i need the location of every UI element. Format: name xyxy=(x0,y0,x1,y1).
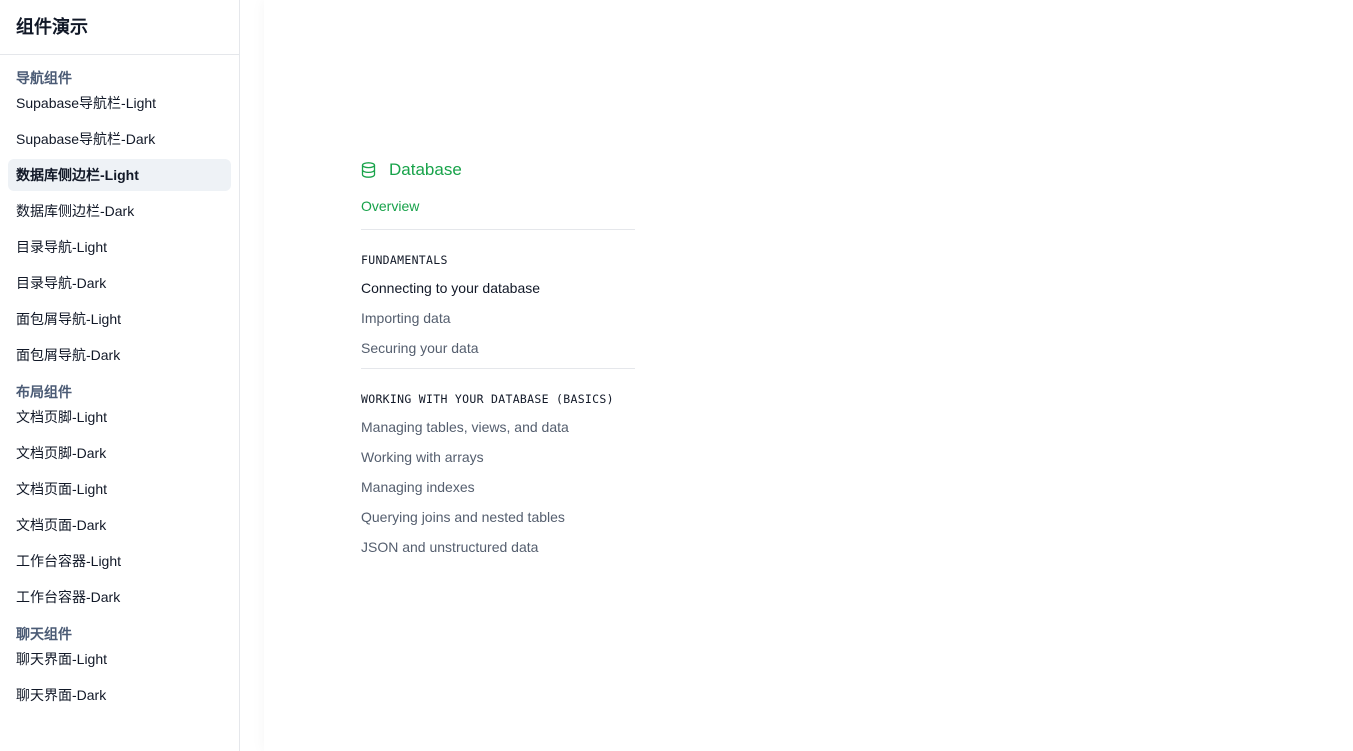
sidebar-item-chat-light[interactable]: 聊天界面-Light xyxy=(8,643,231,675)
nav-group-chat: 聊天组件 聊天界面-Light 聊天界面-Dark xyxy=(8,623,231,711)
database-header: Database xyxy=(361,159,635,181)
sidebar-item-doc-page-dark[interactable]: 文档页面-Dark xyxy=(8,509,231,541)
sidebar-item-database-sidebar-light[interactable]: 数据库侧边栏-Light xyxy=(8,159,231,191)
sidebar-item-supabase-navbar-light[interactable]: Supabase导航栏-Light xyxy=(8,87,231,119)
database-icon xyxy=(361,162,376,178)
link-securing-data[interactable]: Securing your data xyxy=(361,338,635,358)
sidebar-title: 组件演示 xyxy=(16,17,88,37)
link-connecting-database[interactable]: Connecting to your database xyxy=(361,278,635,298)
link-json-data[interactable]: JSON and unstructured data xyxy=(361,537,635,557)
sidebar-item-workbench-dark[interactable]: 工作台容器-Dark xyxy=(8,581,231,613)
link-working-arrays[interactable]: Working with arrays xyxy=(361,447,635,467)
sidebar-item-breadcrumb-light[interactable]: 面包屑导航-Light xyxy=(8,303,231,335)
sidebar-item-workbench-light[interactable]: 工作台容器-Light xyxy=(8,545,231,577)
sidebar-item-toc-nav-dark[interactable]: 目录导航-Dark xyxy=(8,267,231,299)
link-querying-joins[interactable]: Querying joins and nested tables xyxy=(361,507,635,527)
group-label: 布局组件 xyxy=(16,384,72,400)
sidebar-item-chat-dark[interactable]: 聊天界面-Dark xyxy=(8,679,231,711)
group-label: 聊天组件 xyxy=(16,626,72,642)
divider xyxy=(361,368,635,369)
overview-link[interactable]: Overview xyxy=(361,196,635,216)
sidebar-item-doc-footer-light[interactable]: 文档页脚-Light xyxy=(8,401,231,433)
sidebar-item-doc-page-light[interactable]: 文档页面-Light xyxy=(8,473,231,505)
sidebar-item-database-sidebar-dark[interactable]: 数据库侧边栏-Dark xyxy=(8,195,231,227)
section-title-fundamentals: FUNDAMENTALS xyxy=(361,253,448,267)
app-root: 组件演示 导航组件 Supabase导航栏-Light Supabase导航栏-… xyxy=(0,0,1353,751)
sidebar-item-breadcrumb-dark[interactable]: 面包屑导航-Dark xyxy=(8,339,231,371)
sidebar-item-doc-footer-dark[interactable]: 文档页脚-Dark xyxy=(8,437,231,469)
sidebar-header: 组件演示 xyxy=(0,0,239,55)
sidebar-body: 导航组件 Supabase导航栏-Light Supabase导航栏-Dark … xyxy=(0,55,239,711)
section-title-basics: WORKING WITH YOUR DATABASE (BASICS) xyxy=(361,392,614,406)
database-sidebar: Database Overview FUNDAMENTALS Connectin… xyxy=(361,159,635,567)
preview-area: Database Overview FUNDAMENTALS Connectin… xyxy=(240,0,1353,751)
divider xyxy=(361,229,635,230)
link-managing-indexes[interactable]: Managing indexes xyxy=(361,477,635,497)
sidebar-item-toc-nav-light[interactable]: 目录导航-Light xyxy=(8,231,231,263)
component-sidebar: 组件演示 导航组件 Supabase导航栏-Light Supabase导航栏-… xyxy=(0,0,240,751)
link-importing-data[interactable]: Importing data xyxy=(361,308,635,328)
sidebar-item-supabase-navbar-dark[interactable]: Supabase导航栏-Dark xyxy=(8,123,231,155)
link-managing-tables[interactable]: Managing tables, views, and data xyxy=(361,417,635,437)
database-title: Database xyxy=(389,160,462,179)
group-label: 导航组件 xyxy=(16,70,72,86)
nav-group-navigation: 导航组件 Supabase导航栏-Light Supabase导航栏-Dark … xyxy=(8,67,231,371)
nav-group-layout: 布局组件 文档页脚-Light 文档页脚-Dark 文档页面-Light 文档页… xyxy=(8,381,231,613)
preview-canvas: Database Overview FUNDAMENTALS Connectin… xyxy=(264,0,1353,751)
